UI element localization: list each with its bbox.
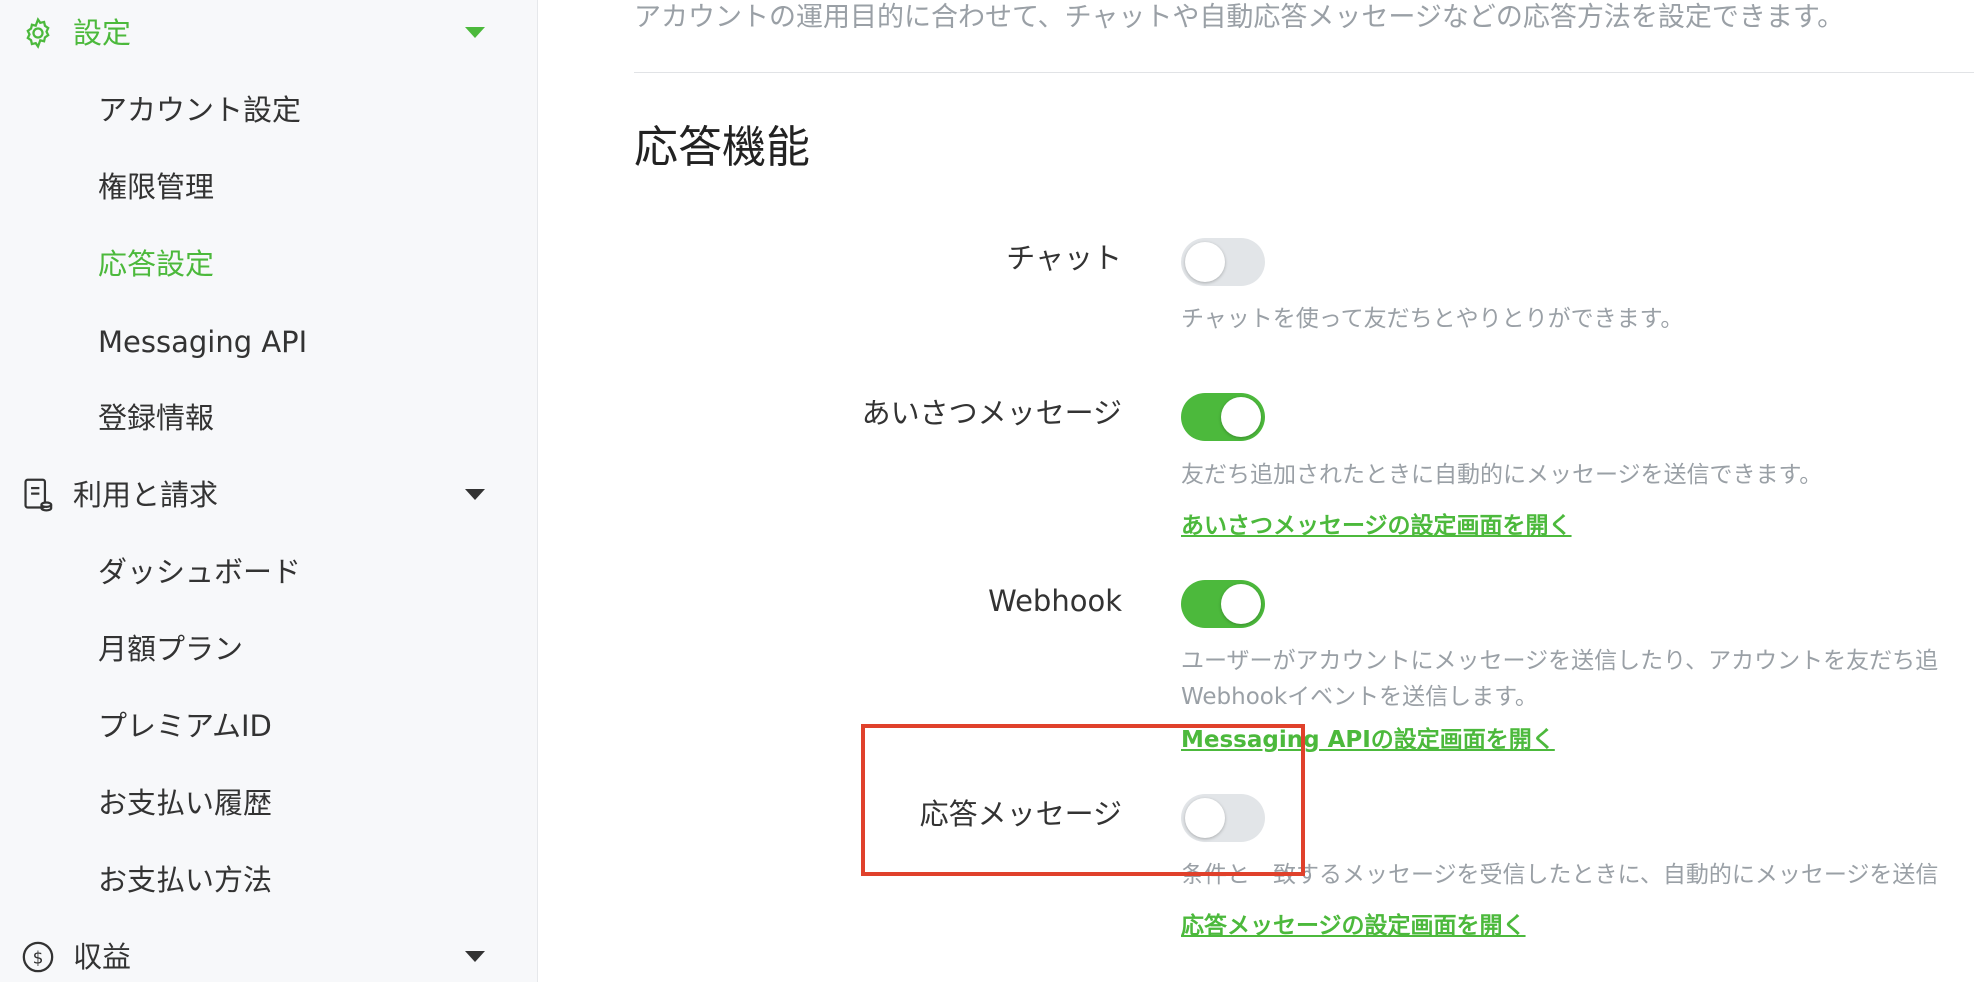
sidebar-group-revenue[interactable]: $ 収益 [0,927,537,987]
chat-help-text: チャットを使って友だちとやりとりができます。 [1181,306,1684,332]
auto-response-toggle[interactable] [1181,794,1265,842]
messaging-api-settings-link[interactable]: Messaging APIの設定画面を開く [1181,723,1555,757]
toggle-knob [1221,584,1261,624]
main-content: アカウントの運用目的に合わせて、チャットや自動応答メッセージなどの応答方法を設定… [538,0,1974,982]
svg-text:$: $ [33,948,44,968]
label-greeting-message: あいさつメッセージ [861,396,1122,430]
sidebar-item-account-settings[interactable]: アカウント設定 [98,92,301,128]
sidebar-item-payment-method[interactable]: お支払い方法 [98,862,272,898]
sidebar-item-messaging-api[interactable]: Messaging API [98,324,307,360]
sidebar-item-registration-info[interactable]: 登録情報 [98,400,214,436]
dollar-circle-icon: $ [20,939,56,975]
sidebar-item-dashboard[interactable]: ダッシュボード [98,554,301,590]
greeting-settings-link[interactable]: あいさつメッセージの設定画面を開く [1181,509,1572,543]
label-webhook: Webhook [988,584,1122,618]
webhook-help-text-line1: ユーザーがアカウントにメッセージを送信したり、アカウントを友だち追 [1181,648,1939,674]
label-column: チャット あいさつメッセージ Webhook 応答メッセージ [538,0,1122,982]
sidebar-item-monthly-plan[interactable]: 月額プラン [98,631,243,667]
sidebar-group-billing[interactable]: 利用と請求 [0,465,537,525]
sidebar-group-settings[interactable]: 設定 [0,3,537,63]
label-auto-response: 応答メッセージ [919,797,1122,831]
webhook-toggle[interactable] [1181,580,1265,628]
sidebar-group-label: 設定 [73,16,132,50]
sidebar-group-label: 収益 [73,940,132,974]
chevron-down-icon [465,27,485,38]
chevron-down-icon [465,951,485,962]
toggle-knob [1185,798,1225,838]
sidebar-item-payment-history[interactable]: お支払い履歴 [98,785,272,821]
sidebar: 設定 アカウント設定 権限管理 応答設定 Messaging API 登録情報 … [0,0,538,982]
toggle-knob [1221,397,1261,437]
sidebar-item-premium-id[interactable]: プレミアムID [98,708,272,744]
toggle-knob [1185,242,1225,282]
auto-response-help-text: 条件と一致するメッセージを受信したときに、自動的にメッセージを送信 [1181,862,1939,888]
sidebar-item-permissions[interactable]: 権限管理 [98,169,214,205]
chat-toggle[interactable] [1181,238,1265,286]
chevron-down-icon [465,489,485,500]
greeting-message-toggle[interactable] [1181,393,1265,441]
sidebar-item-response-settings[interactable]: 応答設定 [98,246,214,282]
billing-document-icon [20,477,56,513]
webhook-help-text-line2: Webhookイベントを送信します。 [1181,684,1538,710]
greeting-help-text: 友だち追加されたときに自動的にメッセージを送信できます。 [1181,462,1823,488]
sidebar-group-label: 利用と請求 [73,478,219,512]
gear-icon [20,15,56,51]
auto-response-settings-link[interactable]: 応答メッセージの設定画面を開く [1181,909,1526,943]
label-chat: チャット [1006,241,1122,275]
